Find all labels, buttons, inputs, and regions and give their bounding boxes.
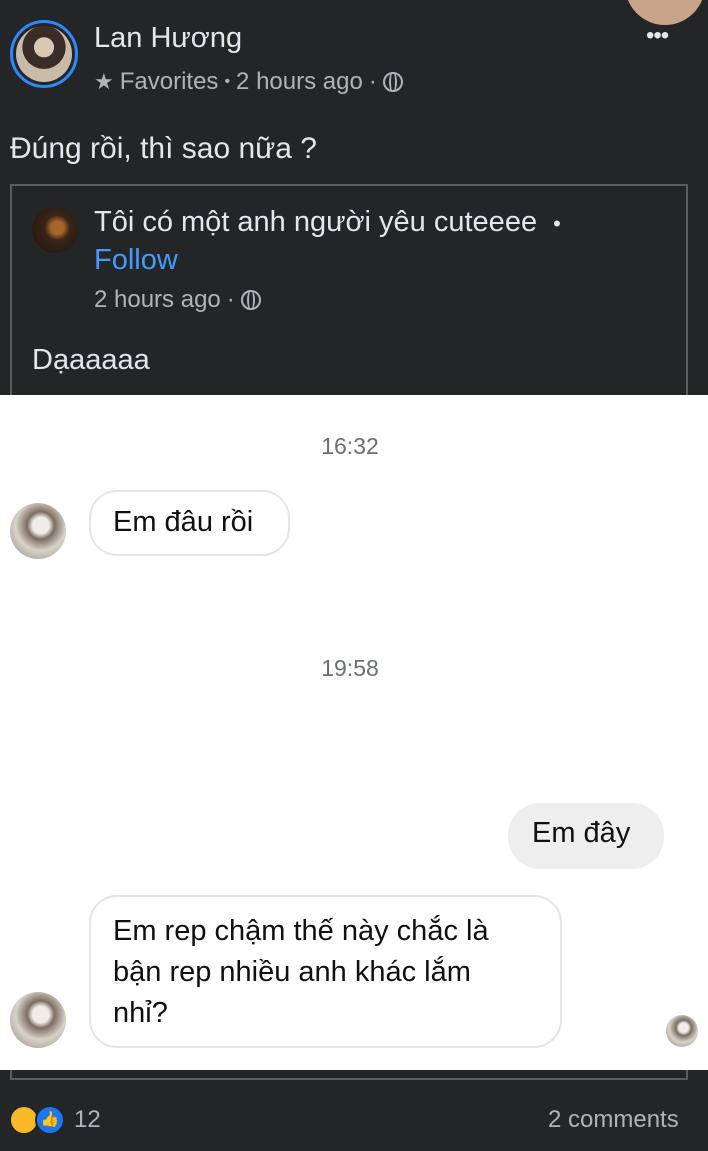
message-incoming-2: Em rep chậm thế này chắc là bận rep nhiề… [89, 895, 562, 1048]
meta-separator: • [224, 73, 231, 90]
chat-time-1: 16:32 [321, 433, 379, 459]
message-line-2: bận rep nhiều anh khác lắm [113, 956, 471, 988]
post-text: Đúng rồi, thì sao nữa ? [10, 132, 317, 165]
chat-avatar-2 [10, 992, 66, 1048]
message-outgoing-1: Em đây [508, 803, 664, 869]
more-options-icon[interactable]: ••• [646, 22, 669, 50]
shared-page-avatar[interactable] [32, 207, 78, 253]
like-reaction-icon[interactable]: 👍 [35, 1105, 65, 1135]
chat-screenshot: 16:32 Em đâu rồi 19:58 Em đây Em rep chậ… [0, 395, 708, 1070]
globe-icon [240, 290, 261, 310]
shared-separator: · [226, 286, 235, 313]
shared-meta: 2 hours ago · [94, 286, 261, 314]
shared-dot: • [553, 211, 561, 236]
message-incoming-1: Em đâu rồi [89, 490, 290, 556]
message-line-1: Em rep chậm thế này chắc là [113, 915, 489, 947]
author-avatar[interactable] [16, 26, 72, 82]
post-meta: ★ Favorites • 2 hours ago · [94, 68, 403, 96]
message-line-3: nhỉ? [113, 997, 168, 1029]
globe-icon [382, 72, 403, 92]
shared-page-name[interactable]: Tôi có một anh người yêu cuteeee • [94, 206, 561, 239]
author-name[interactable]: Lan Hương [94, 22, 242, 55]
audience-label[interactable]: Favorites [120, 68, 219, 96]
comments-count[interactable]: 2 comments [548, 1106, 679, 1134]
chat-avatar-1 [10, 503, 66, 559]
shared-post-text: Dạaaaaa [32, 344, 150, 376]
shared-time[interactable]: 2 hours ago [94, 286, 221, 314]
chat-time-2: 19:58 [321, 655, 379, 681]
post-time[interactable]: 2 hours ago [236, 68, 363, 96]
star-icon: ★ [94, 69, 114, 94]
meta-separator-2: · [368, 68, 377, 95]
follow-button[interactable]: Follow [94, 244, 178, 277]
read-receipt-avatar [666, 1015, 698, 1047]
shared-page-name-text[interactable]: Tôi có một anh người yêu cuteeee [94, 206, 537, 238]
reaction-count[interactable]: 12 [74, 1106, 101, 1134]
shared-box-bottom [10, 1070, 688, 1080]
